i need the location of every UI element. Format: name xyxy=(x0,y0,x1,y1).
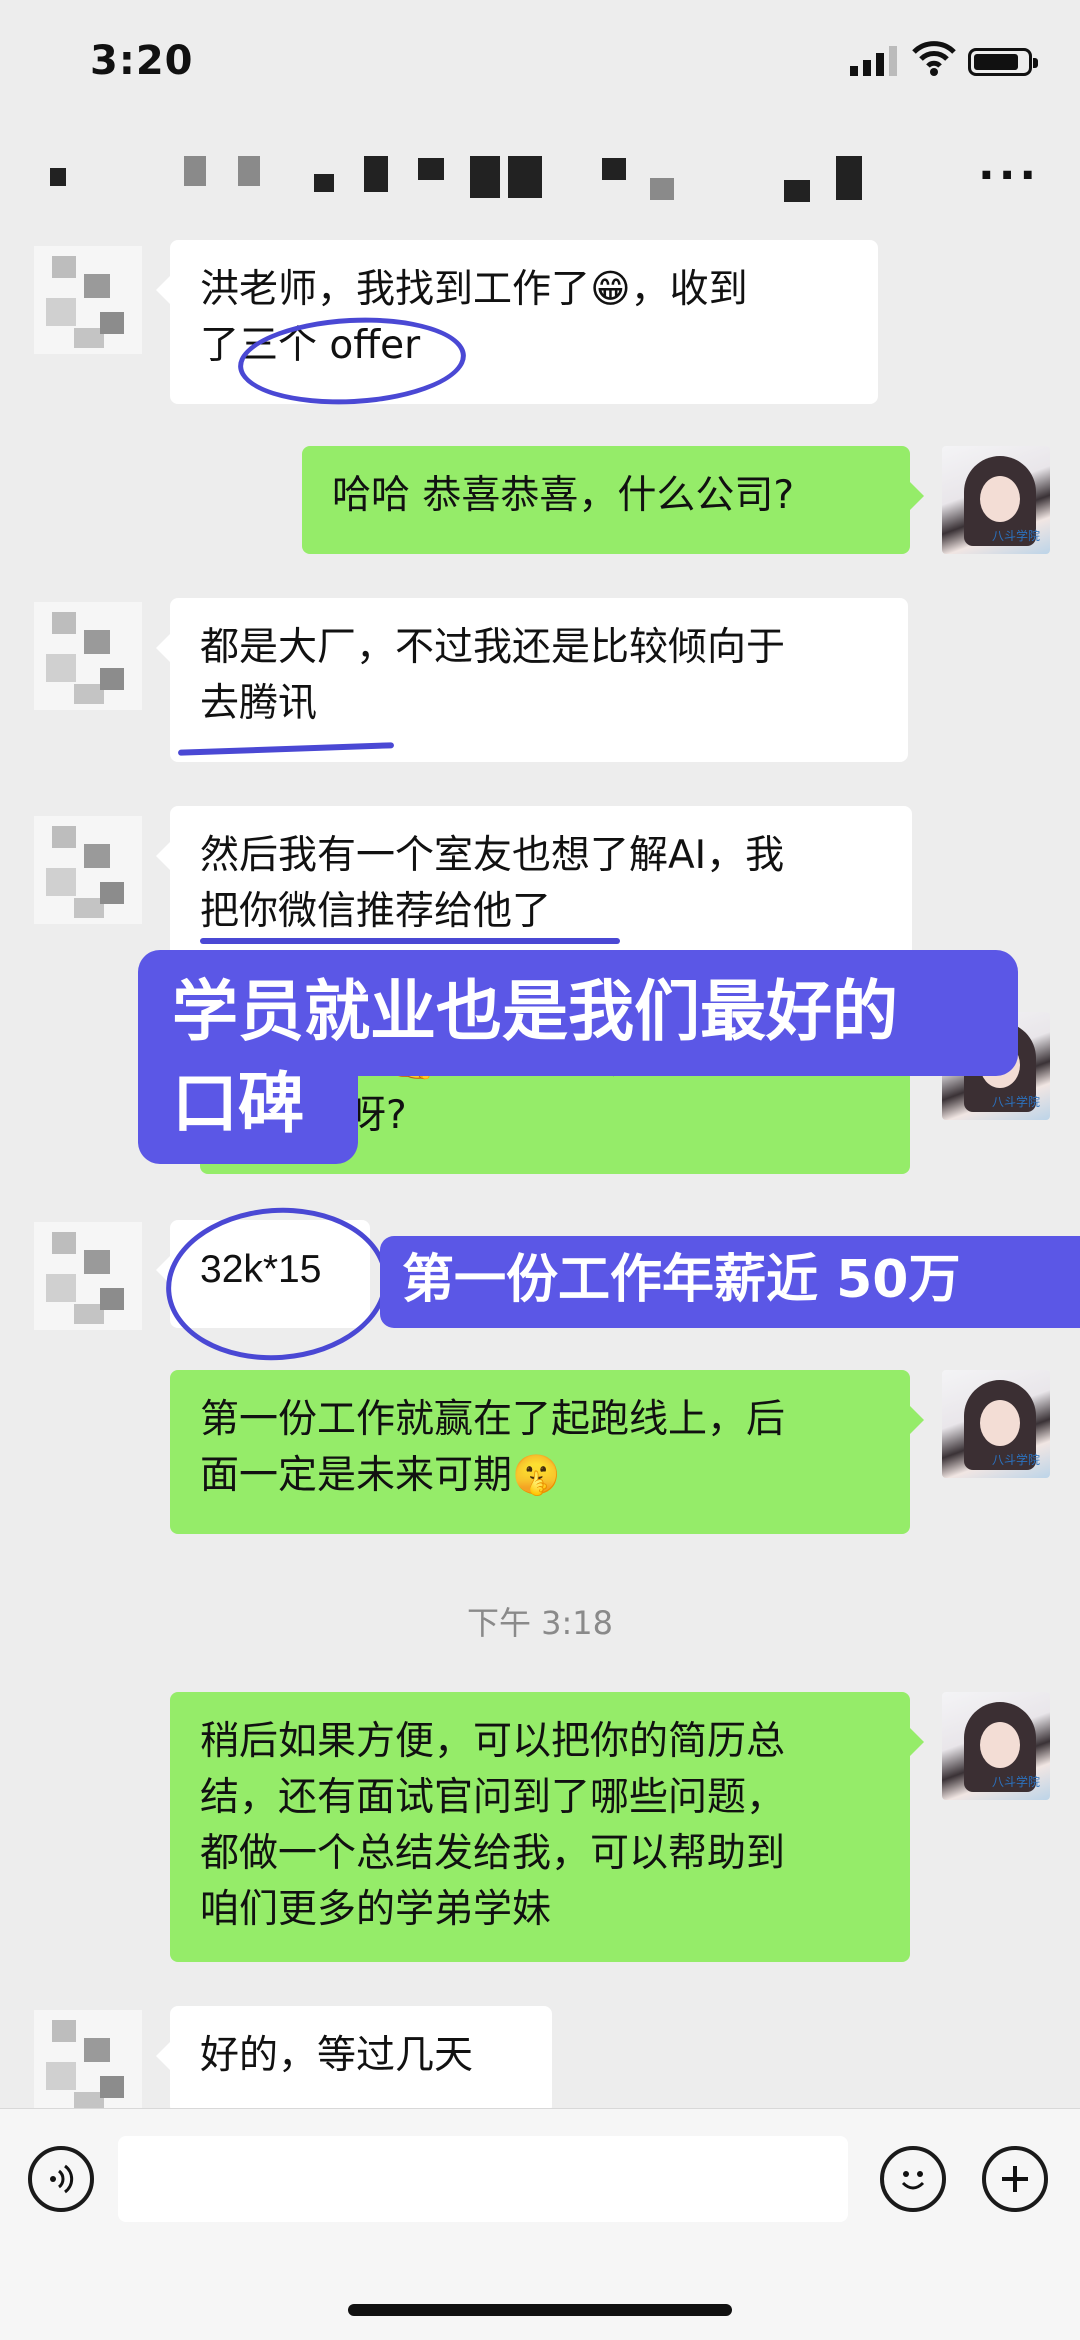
message-line: 洪老师，我找到工作了😁，收到 xyxy=(200,267,748,312)
message-line: 咱们更多的学弟学妹 xyxy=(200,1887,552,1932)
contact-avatar[interactable] xyxy=(34,602,142,710)
more-options-button[interactable]: ··· xyxy=(978,150,1040,201)
contact-avatar[interactable] xyxy=(34,2010,142,2118)
wifi-icon xyxy=(912,41,956,76)
message-bubble[interactable]: 稍后如果方便，可以把你的简历总 结，还有面试官问到了哪些问题， 都做一个总结发给… xyxy=(170,1692,924,1962)
message-bubble[interactable]: 然后我有一个室友也想了解AI，我 把你微信推荐给他了 xyxy=(156,806,912,970)
message-line: 哈哈 恭喜恭喜，什么公司? xyxy=(332,473,795,518)
contact-avatar[interactable] xyxy=(34,246,142,354)
message-line: 结，还有面试官问到了哪些问题， xyxy=(200,1775,786,1820)
status-time: 3:20 xyxy=(90,38,194,84)
battery-icon xyxy=(968,48,1038,76)
user-avatar[interactable]: 八斗学院 xyxy=(942,1370,1050,1478)
message-line: 都是大厂，不过我还是比较倾向于 xyxy=(200,625,786,670)
signal-icon xyxy=(850,46,897,76)
highlight-underline xyxy=(200,938,620,944)
message-line: 面一定是未来可期🤫 xyxy=(200,1453,561,1498)
message-line: 都做一个总结发给我，可以帮助到 xyxy=(200,1831,786,1876)
message-input[interactable] xyxy=(118,2136,848,2222)
message-line: 好的，等过几天 xyxy=(200,2033,474,2078)
salary-annotation: 第一份工作年薪近 50万 xyxy=(380,1236,1080,1328)
message-line: 去腾讯 xyxy=(200,681,318,726)
message-bubble[interactable]: 好的，等过几天 xyxy=(156,2006,552,2114)
home-indicator[interactable] xyxy=(348,2304,732,2316)
user-avatar[interactable]: 八斗学院 xyxy=(942,1692,1050,1800)
contact-avatar[interactable] xyxy=(34,816,142,924)
voice-icon[interactable] xyxy=(28,2146,94,2212)
message-timestamp: 下午 3:18 xyxy=(466,1604,614,1642)
user-avatar[interactable]: 八斗学院 xyxy=(942,446,1050,554)
message-line: 稍后如果方便，可以把你的简历总 xyxy=(200,1719,786,1764)
message-bubble[interactable]: 哈哈 恭喜恭喜，什么公司? xyxy=(302,446,924,554)
message-line: 第一份工作就赢在了起跑线上，后 xyxy=(200,1397,786,1442)
message-bubble[interactable]: 都是大厂，不过我还是比较倾向于 去腾讯 xyxy=(156,598,908,762)
contact-avatar[interactable] xyxy=(34,1222,142,1330)
plus-icon[interactable] xyxy=(982,2146,1048,2212)
message-line: 把你微信推荐给他了 xyxy=(200,889,552,934)
message-bubble[interactable]: 第一份工作就赢在了起跑线上，后 面一定是未来可期🤫 xyxy=(170,1370,924,1534)
emoji-icon[interactable] xyxy=(880,2146,946,2212)
message-line: 然后我有一个室友也想了解AI，我 xyxy=(200,833,785,878)
annotation-banner-line: 口碑 xyxy=(138,1052,358,1164)
